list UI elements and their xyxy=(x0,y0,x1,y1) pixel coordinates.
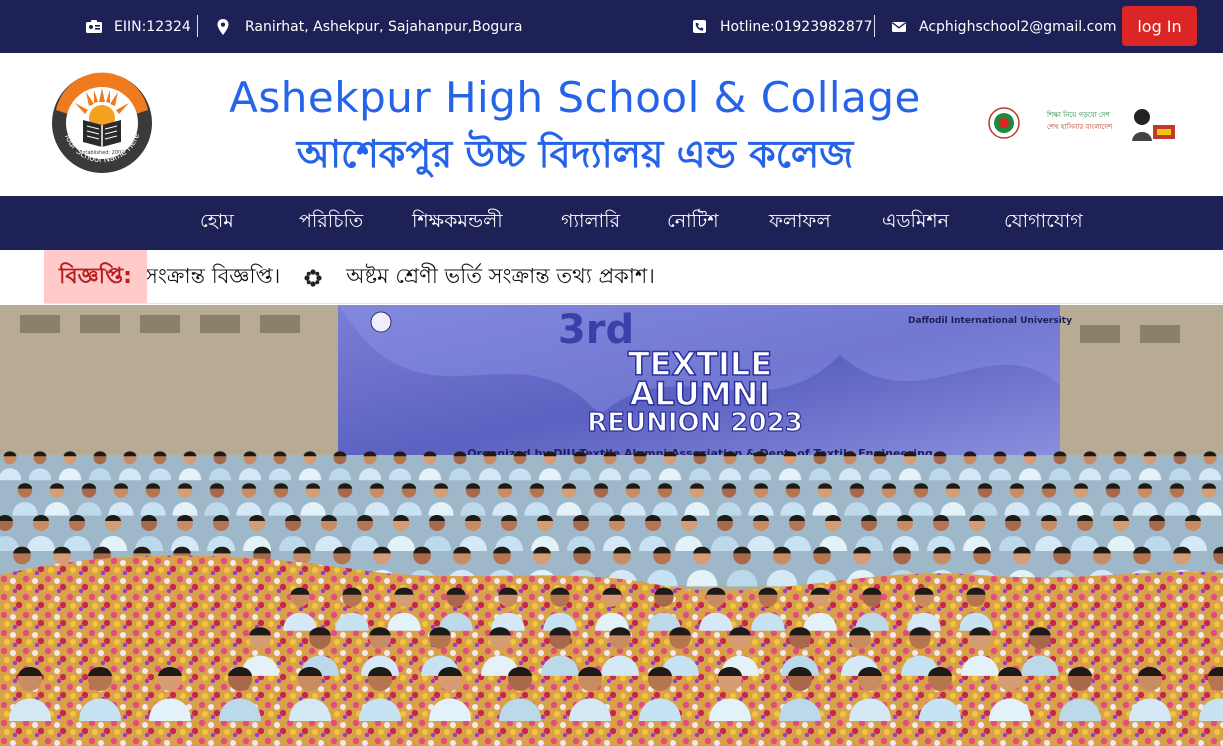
school-title-english: Ashekpur High School & Collage xyxy=(229,73,921,122)
divider xyxy=(874,15,875,37)
hero-slider-image[interactable]: 3rd TEXTILE ALUMNI REUNION 2023 Organize… xyxy=(0,305,1223,746)
top-info-bar: EIIN:12324 Ranirhat, Ashekpur, Sajahanpu… xyxy=(0,0,1223,53)
notice-item[interactable]: অষ্টম শ্রেণী ভর্তি সংক্রান্ত তথ্য প্রকাশ… xyxy=(346,260,655,295)
nav-item-gallery[interactable]: গ্যালারি xyxy=(561,196,620,250)
banner-brand: Daffodil International University xyxy=(908,316,1072,326)
site-header: Established: 2000 Your School Name Here … xyxy=(0,53,1223,196)
login-button[interactable]: log In xyxy=(1122,6,1197,46)
government-logos: শিক্ষা নিয়ে গড়বো দেশ শেখ হাসিনার বাংলা… xyxy=(985,103,1177,143)
slogan-line-1: শিক্ষা নিয়ে গড়বো দেশ xyxy=(1046,111,1110,119)
envelope-icon xyxy=(891,19,907,35)
banner-line-1: 3rd xyxy=(558,307,634,353)
address-info: Ranirhat, Ashekpur, Sajahanpur,Bogura xyxy=(215,0,522,53)
nav-item-notice[interactable]: নোটিশ xyxy=(667,196,719,250)
email-text[interactable]: Acphighschool2@gmail.com xyxy=(919,19,1116,35)
notice-label: বিজ্ঞপ্তি: xyxy=(44,250,147,303)
nav-item-home[interactable]: হোম xyxy=(200,196,234,250)
notice-ticker: বিজ্ঞপ্তি: সংক্রান্ত বিজ্ঞপ্তি। অষ্টম শ্… xyxy=(44,250,1223,304)
address-text: Ranirhat, Ashekpur, Sajahanpur,Bogura xyxy=(245,18,523,35)
eiin-info: EIIN:12324 xyxy=(86,0,191,53)
nav-item-admission[interactable]: এডমিশন xyxy=(882,196,949,250)
map-pin-icon xyxy=(215,18,231,35)
school-title-bangla: আশেকপুর উচ্চ বিদ্যালয় এন্ড কলেজ xyxy=(296,132,854,176)
phone-icon xyxy=(692,19,708,35)
eiin-text: EIIN:12324 xyxy=(114,18,191,35)
hotline-info[interactable]: Hotline:01923982877 xyxy=(692,0,873,53)
nav-item-about[interactable]: পরিচিতি xyxy=(299,196,363,250)
nav-item-contact[interactable]: যোগাযোগ xyxy=(1004,196,1083,250)
email-info[interactable]: Acphighschool2@gmail.com xyxy=(891,0,1116,53)
asterisk-bullet-icon xyxy=(304,268,322,287)
id-card-icon xyxy=(86,19,102,35)
notice-item[interactable]: সংক্রান্ত বিজ্ঞপ্তি। xyxy=(144,260,280,295)
slogan-line-2: শেখ হাসিনার বাংলাদেশ xyxy=(1047,123,1113,131)
main-navigation: হোম পরিচিতি শিক্ষকমন্ডলী গ্যালারি নোটিশ … xyxy=(0,196,1223,250)
hotline-text[interactable]: Hotline:01923982877 xyxy=(720,19,873,35)
notice-track: সংক্রান্ত বিজ্ঞপ্তি। অষ্টম শ্রেণী ভর্তি … xyxy=(144,250,655,303)
nav-item-teachers[interactable]: শিক্ষকমন্ডলী xyxy=(412,196,503,250)
nav-item-results[interactable]: ফলাফল xyxy=(769,196,831,250)
banner-line-4: REUNION 2023 xyxy=(587,408,803,438)
divider xyxy=(197,15,198,37)
